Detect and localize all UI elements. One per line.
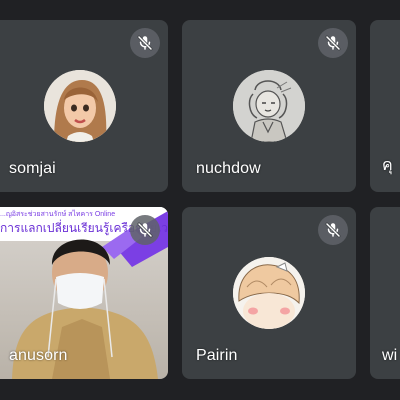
participant-name: somjai xyxy=(9,160,56,177)
mic-off-icon xyxy=(130,215,160,245)
participant-tile-somjai[interactable]: somjai xyxy=(0,20,168,192)
participant-tile-pairin[interactable]: Pairin xyxy=(182,207,356,379)
participant-name: anusorn xyxy=(9,347,68,364)
participant-tile-anusorn[interactable]: ...ญอิสระช่วยสานรักษ์ สไทคาร Online การแ… xyxy=(0,207,168,379)
avatar-somjai xyxy=(44,70,116,142)
avatar-pairin xyxy=(233,257,305,329)
meeting-grid: somjai nuchdow คุ ...ญอิสระช่วยสานรักษ์ … xyxy=(0,0,400,400)
avatar-nuchdow xyxy=(233,70,305,142)
participant-name: wi xyxy=(382,347,398,364)
participant-name: Pairin xyxy=(196,347,238,364)
participant-tile-partial-1[interactable]: คุ xyxy=(370,20,400,192)
participant-name: คุ xyxy=(382,157,393,174)
mic-off-icon xyxy=(318,215,348,245)
mic-off-icon xyxy=(130,28,160,58)
participant-name: nuchdow xyxy=(196,160,261,177)
participant-tile-nuchdow[interactable]: nuchdow xyxy=(182,20,356,192)
participant-tile-partial-2[interactable]: wi xyxy=(370,207,400,379)
mic-off-icon xyxy=(318,28,348,58)
